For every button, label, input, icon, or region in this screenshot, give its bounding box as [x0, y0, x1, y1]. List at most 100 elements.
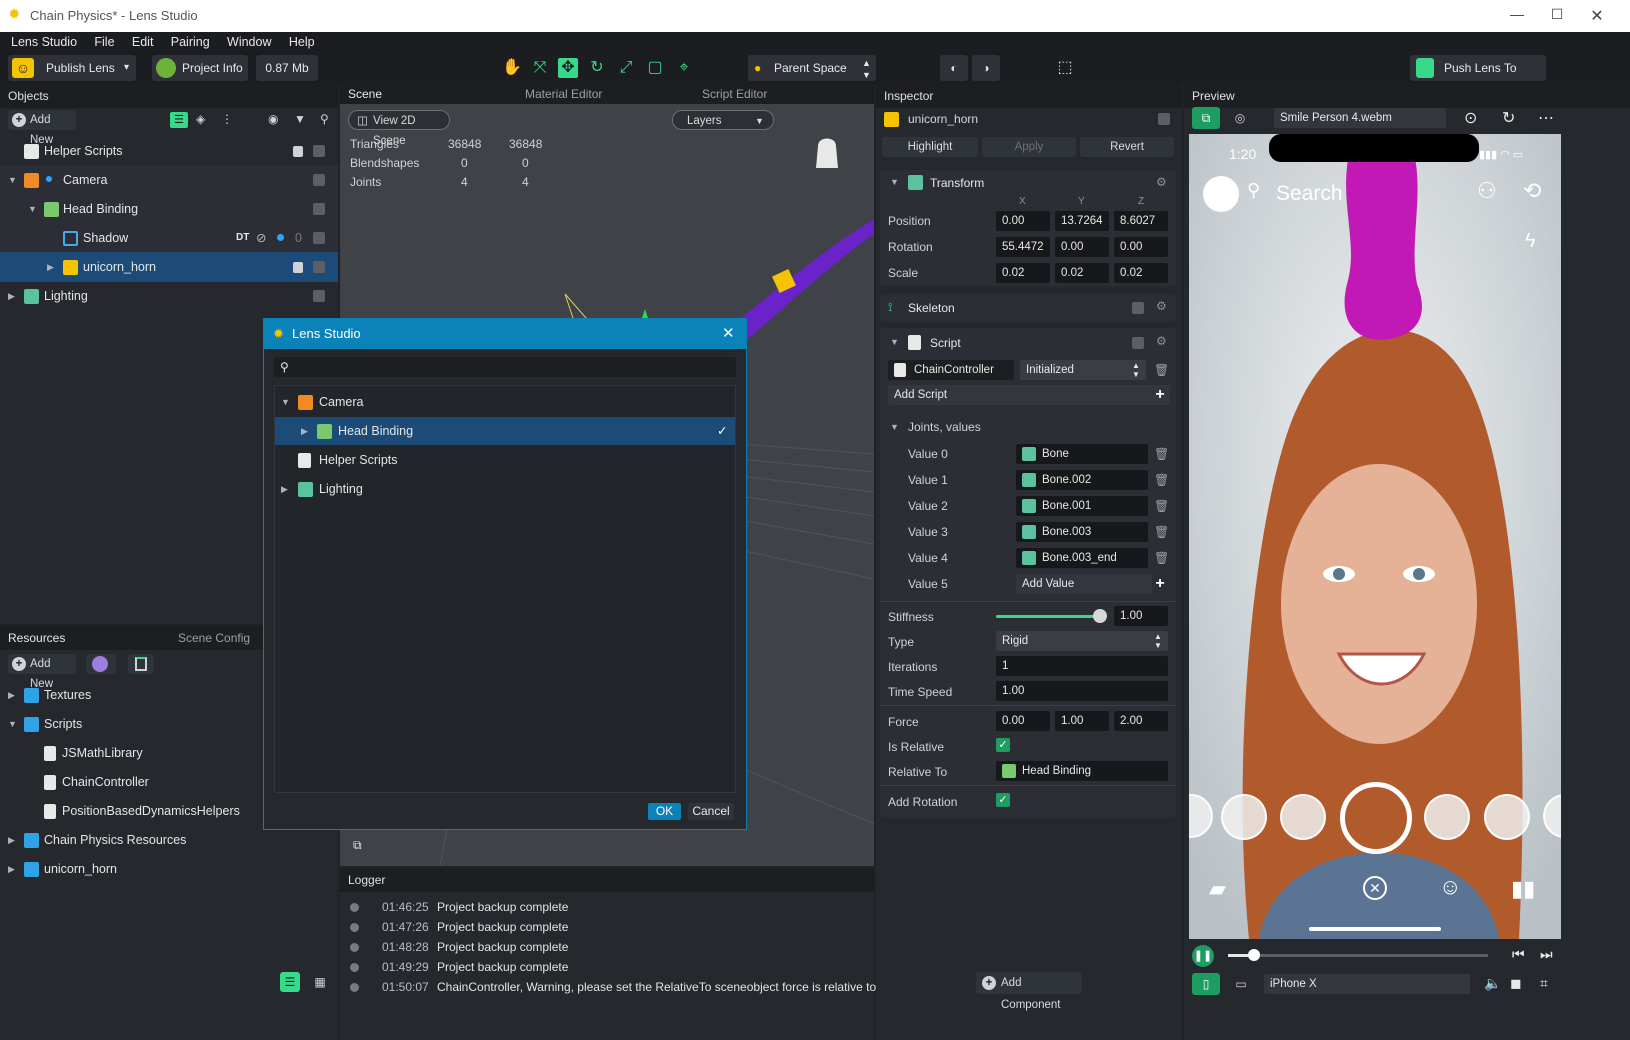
add-new-object-button[interactable]: + Add New [8, 110, 76, 146]
menu-lens-studio[interactable]: Lens Studio [4, 32, 84, 52]
gear-icon[interactable]: ⚙ [1156, 334, 1167, 348]
chevron-down-icon[interactable]: ▾ [124, 55, 129, 81]
stiffness-slider-handle[interactable] [1093, 609, 1107, 623]
enable-checkbox[interactable] [313, 145, 325, 157]
reset-icon[interactable]: ↻ [1502, 108, 1515, 128]
rect-tool-icon[interactable]: ▢ [645, 58, 665, 78]
trash-icon[interactable]: 🗑 [1154, 363, 1169, 377]
volume-icon[interactable]: 🔈 [1484, 975, 1501, 992]
hand-tool-icon[interactable]: ✋ [502, 58, 522, 78]
force-x-field[interactable]: 0.00 [996, 711, 1050, 731]
tree-item-shadow[interactable]: Shadow DT ⊘ 0 [0, 223, 338, 253]
tab-scene[interactable]: Scene [348, 84, 382, 104]
position-z-field[interactable]: 8.6027 [1114, 211, 1168, 231]
step-forward-icon[interactable]: ⏭ [1540, 946, 1553, 963]
layers-paint-icon[interactable]: ◑ [972, 55, 1000, 81]
menu-help[interactable]: Help [282, 32, 322, 52]
menu-file[interactable]: File [87, 32, 121, 52]
layers-dropdown[interactable]: Layers ▼ [672, 110, 774, 130]
add-new-resource-button[interactable]: + Add New [8, 654, 76, 690]
scale-z-field[interactable]: 0.02 [1114, 263, 1168, 283]
select-tool-icon[interactable]: ⤧ [530, 58, 550, 78]
script-state-select[interactable]: Initialized ▲ ▼ [1020, 360, 1146, 380]
enable-checkbox[interactable] [313, 290, 325, 302]
force-z-field[interactable]: 2.00 [1114, 711, 1168, 731]
playback-handle[interactable] [1248, 949, 1260, 961]
enable-checkbox[interactable] [1132, 337, 1144, 349]
expand-arrow-icon[interactable]: ▼ [8, 709, 17, 739]
eye-icon[interactable]: ◉ [268, 112, 278, 126]
expand-arrow-icon[interactable]: ▼ [8, 165, 17, 195]
close-icon[interactable]: ✕ [722, 319, 735, 349]
tree-item-lighting[interactable]: ▶ Lighting [0, 281, 338, 311]
scale-x-field[interactable]: 0.02 [996, 263, 1050, 283]
dialog-search-input[interactable]: ⚲ [274, 357, 736, 377]
publish-lens-button[interactable]: ☺ Publish Lens ▾ [8, 55, 136, 81]
expand-arrow-icon[interactable]: ▶ [47, 252, 54, 282]
move-tool-icon[interactable]: ✥ [558, 58, 578, 78]
list-view-icon[interactable]: ☰ [280, 972, 300, 992]
rotate-tool-icon[interactable]: ↻ [587, 58, 607, 78]
position-x-field[interactable]: 0.00 [996, 211, 1050, 231]
add-component-button[interactable]: + Add Component [976, 972, 1082, 1011]
dialog-item-head-binding[interactable]: ▶ Head Binding ✓ [275, 417, 735, 445]
joint-value-field[interactable]: Bone.001 [1016, 496, 1148, 516]
grid-view-icon[interactable]: ▦ [310, 972, 330, 992]
stiffness-field[interactable]: 1.00 [1114, 606, 1168, 626]
stories-icon[interactable]: ▮▮ [1511, 876, 1535, 902]
tab-script-editor[interactable]: Script Editor [702, 84, 767, 104]
expand-arrow-icon[interactable]: ▶ [8, 854, 15, 884]
iterations-field[interactable]: 1 [996, 656, 1168, 676]
menu-pairing[interactable]: Pairing [164, 32, 217, 52]
add-script-field[interactable]: Add Script [888, 385, 1170, 405]
tree-item-head-binding[interactable]: ▼ Head Binding [0, 194, 338, 224]
relative-to-field[interactable]: Head Binding [996, 761, 1168, 781]
material-library-button[interactable] [86, 654, 116, 674]
add-friend-icon[interactable]: ⚇ [1477, 178, 1497, 204]
expand-arrow-icon[interactable]: ▶ [301, 417, 308, 445]
dialog-item-helper-scripts[interactable]: Helper Scripts [275, 446, 735, 474]
search-icon[interactable]: ⚲ [320, 112, 329, 126]
enable-checkbox[interactable] [1158, 113, 1170, 125]
menu-window[interactable]: Window [220, 32, 278, 52]
playback-track[interactable] [1228, 954, 1488, 957]
joint-value-field[interactable]: Bone.003 [1016, 522, 1148, 542]
push-lens-button[interactable]: Push Lens To Device [1410, 55, 1546, 101]
tab-material-editor[interactable]: Material Editor [525, 84, 602, 104]
highlight-button[interactable]: Highlight [882, 137, 978, 157]
device-preview-icon[interactable]: ⧉ [1192, 107, 1220, 129]
flash-icon[interactable]: ϟ [1525, 230, 1536, 253]
expand-arrow-icon[interactable]: ▶ [8, 680, 15, 710]
lens-carousel-item[interactable] [1424, 794, 1470, 840]
lens-carousel-item[interactable] [1484, 794, 1530, 840]
minimize-icon[interactable]: — [1502, 6, 1532, 22]
snap-search-label[interactable]: Search [1276, 182, 1343, 206]
trash-icon[interactable]: 🗑 [1154, 551, 1169, 565]
expand-arrow-icon[interactable]: ▶ [8, 281, 15, 311]
close-lens-icon[interactable]: ✕ [1363, 876, 1387, 900]
scene-camera-icon[interactable] [816, 138, 838, 169]
enable-checkbox[interactable] [313, 203, 325, 215]
lens-carousel-item[interactable] [1221, 794, 1267, 840]
tree-item-camera[interactable]: ▼ Camera [0, 165, 338, 195]
device-select[interactable]: iPhone X [1264, 974, 1470, 994]
close-window-icon[interactable]: ✕ [1582, 6, 1612, 26]
collapse-arrow-icon[interactable]: ▼ [890, 177, 899, 187]
is-relative-checkbox[interactable]: ✓ [996, 738, 1010, 752]
search-icon[interactable]: ⚲ [1247, 180, 1260, 201]
joint-value-field[interactable]: Bone.003_end [1016, 548, 1148, 568]
resource-unicorn-horn[interactable]: ▶ unicorn_horn [0, 854, 338, 884]
cancel-button[interactable]: Cancel [688, 803, 734, 820]
joint-value-field[interactable]: Bone.002 [1016, 470, 1148, 490]
layers-icon[interactable]: ◈ [196, 112, 205, 126]
pause-icon[interactable]: ❚❚ [1192, 945, 1214, 967]
record-icon[interactable]: ◼ [1510, 975, 1522, 992]
collapse-arrow-icon[interactable]: ▼ [890, 337, 899, 347]
search-field[interactable] [298, 357, 728, 377]
apply-button[interactable]: Apply [982, 137, 1076, 157]
trash-icon[interactable]: 🗑 [1154, 473, 1169, 487]
type-select[interactable]: Rigid ▲ ▼ [996, 631, 1168, 651]
rotation-y-field[interactable]: 0.00 [1055, 237, 1109, 257]
snapshot-icon[interactable]: ⊙ [1464, 108, 1477, 128]
ok-button[interactable]: OK [648, 803, 681, 820]
